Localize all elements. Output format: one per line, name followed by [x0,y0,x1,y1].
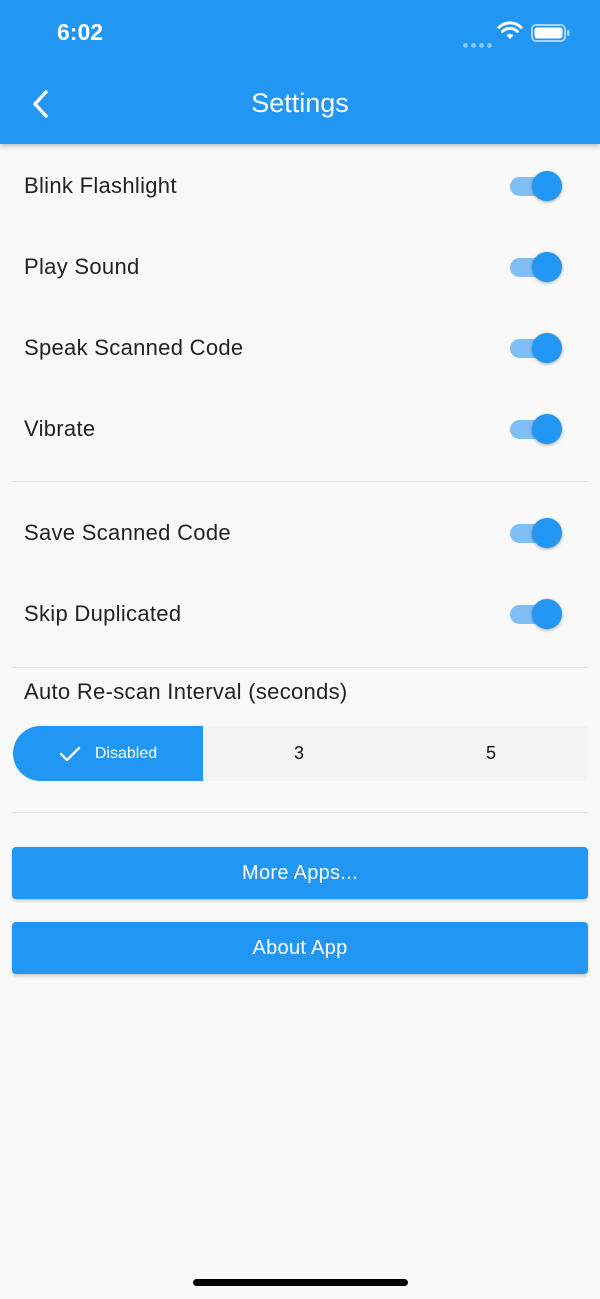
wifi-icon [497,21,523,39]
rescan-option-label: 3 [293,743,304,763]
battery-icon [531,24,570,42]
rescan-interval-label: Auto Re-scan Interval (seconds) [24,679,348,704]
status-time: 6:02 [57,19,104,45]
setting-label: Save Scanned Code [24,520,231,545]
setting-row-vibrate: Vibrate [0,399,600,459]
page-title: Settings [251,88,349,118]
cellular-signal-icon [463,35,495,53]
about-app-button[interactable]: About App [12,922,588,974]
divider [12,667,588,668]
rescan-option-label: 5 [485,743,496,763]
setting-row-play-sound: Play Sound [0,237,600,297]
setting-row-save-scanned-code: Save Scanned Code [0,503,600,563]
skip-duplicated-toggle[interactable] [510,598,564,630]
rescan-option-5[interactable]: 5 [395,726,587,781]
rescan-option-label: Disabled [94,744,158,762]
setting-row-skip-duplicated: Skip Duplicated [0,584,600,644]
home-indicator [193,1279,408,1286]
rescan-option-disabled[interactable]: Disabled [13,726,203,781]
more-apps-button[interactable]: More Apps... [12,847,588,899]
setting-label: Speak Scanned Code [24,335,244,360]
blink-flashlight-toggle[interactable] [510,170,564,202]
vibrate-toggle[interactable] [510,413,564,445]
divider [12,812,588,813]
rescan-interval-selector: Disabled 3 5 [13,726,587,781]
setting-row-speak-scanned-code: Speak Scanned Code [0,318,600,378]
check-icon [59,745,81,763]
rescan-option-3[interactable]: 3 [203,726,395,781]
app-bar: 6:02 Settings [0,0,600,144]
setting-label: Vibrate [24,416,96,441]
setting-row-blink-flashlight: Blink Flashlight [0,156,600,216]
play-sound-toggle[interactable] [510,251,564,283]
divider [12,481,588,482]
setting-label: Skip Duplicated [24,601,182,626]
setting-label: Play Sound [24,254,140,279]
speak-scanned-code-toggle[interactable] [510,332,564,364]
save-scanned-code-toggle[interactable] [510,517,564,549]
setting-label: Blink Flashlight [24,173,177,198]
